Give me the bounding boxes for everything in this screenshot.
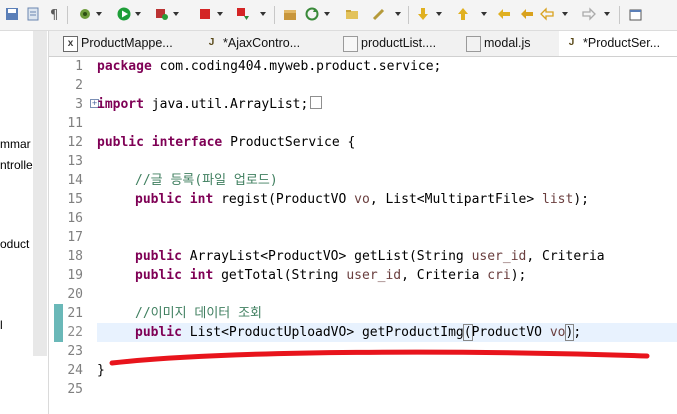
debug-dropdown[interactable] bbox=[96, 12, 102, 16]
tab-product-mapper[interactable]: x ProductMappe... bbox=[57, 31, 185, 56]
history-icon[interactable] bbox=[26, 7, 40, 21]
back-nav-icon[interactable] bbox=[540, 7, 554, 21]
js-file-icon bbox=[466, 36, 481, 52]
last-edit-icon[interactable] bbox=[497, 7, 511, 21]
line-number: 3 bbox=[75, 97, 83, 112]
code-line: } bbox=[97, 363, 105, 378]
stop-icon[interactable] bbox=[198, 7, 212, 21]
xml-file-icon: x bbox=[63, 36, 78, 52]
code-comment: //이미지 데이터 조회 bbox=[135, 306, 262, 321]
line-number: 18 bbox=[67, 249, 83, 264]
java-file-icon: J bbox=[568, 37, 575, 48]
back-icon[interactable] bbox=[520, 7, 534, 21]
line-number-gutter: 1 2 3 11 12 13 14 15 16 17 18 19 20 21 2… bbox=[49, 57, 89, 414]
line-number: 17 bbox=[67, 230, 83, 245]
package-explorer-item[interactable]: oduct bbox=[0, 237, 29, 251]
tab-label: *AjaxContro... bbox=[223, 36, 301, 50]
line-number: 23 bbox=[67, 344, 83, 359]
line-number: 13 bbox=[67, 154, 83, 169]
editor-tab-bar: x ProductMappe... J *AjaxContro... produ… bbox=[49, 31, 677, 57]
tab-label: *ProductSer... bbox=[583, 36, 661, 50]
svg-text:¶: ¶ bbox=[50, 8, 58, 21]
coverage-dropdown[interactable] bbox=[173, 12, 179, 16]
tab-label: productList.... bbox=[361, 36, 437, 50]
package-explorer-scrollbar[interactable] bbox=[33, 31, 47, 356]
external-tools-dropdown[interactable] bbox=[260, 12, 266, 16]
line-number: 25 bbox=[67, 382, 83, 397]
collapsed-imports-icon[interactable] bbox=[310, 96, 323, 109]
line-number: 1 bbox=[75, 59, 83, 74]
jsp-file-icon bbox=[343, 36, 358, 52]
save-all-icon[interactable] bbox=[5, 7, 19, 21]
package-explorer-item[interactable]: l bbox=[0, 318, 3, 332]
wrench-icon[interactable] bbox=[372, 7, 386, 21]
run-icon[interactable] bbox=[117, 7, 131, 21]
run-dropdown[interactable] bbox=[135, 12, 141, 16]
code-line: package com.coding404.myweb.product.serv… bbox=[97, 59, 442, 74]
forward-icon[interactable] bbox=[582, 7, 596, 21]
forward-dropdown[interactable] bbox=[604, 12, 610, 16]
tab-modal-js[interactable]: modal.js bbox=[460, 31, 556, 56]
coverage-icon[interactable] bbox=[155, 7, 169, 21]
next-annotation-dropdown[interactable] bbox=[436, 12, 442, 16]
previous-annotation-icon[interactable] bbox=[456, 7, 470, 21]
open-folder-icon[interactable] bbox=[345, 7, 359, 21]
tab-label: modal.js bbox=[484, 36, 531, 50]
code-line: public interface ProductService { bbox=[97, 135, 356, 150]
previous-annotation-dropdown[interactable] bbox=[481, 12, 487, 16]
wrench-dropdown[interactable] bbox=[395, 12, 401, 16]
code-line: public ArrayList<ProductVO> getList(Stri… bbox=[135, 249, 605, 264]
paragraph-icon[interactable]: ¶ bbox=[48, 7, 62, 21]
back-dropdown[interactable] bbox=[562, 12, 568, 16]
new-package-icon[interactable] bbox=[283, 7, 297, 21]
line-number: 22 bbox=[67, 325, 83, 340]
line-number: 14 bbox=[67, 173, 83, 188]
line-number: 20 bbox=[67, 287, 83, 302]
line-number: 16 bbox=[67, 211, 83, 226]
refresh-icon[interactable] bbox=[305, 7, 319, 21]
line-number: 11 bbox=[67, 116, 83, 131]
toolbar-separator bbox=[408, 6, 409, 24]
code-line: public int getTotal(String user_id, Crit… bbox=[135, 268, 527, 283]
package-explorer-item[interactable]: ntrolle bbox=[0, 158, 33, 172]
line-number: 15 bbox=[67, 192, 83, 207]
tab-label: ProductMappe... bbox=[81, 36, 173, 50]
line-number: 2 bbox=[75, 78, 83, 93]
tab-product-service[interactable]: J *ProductSer... bbox=[559, 31, 677, 56]
external-tools-icon[interactable] bbox=[236, 7, 250, 21]
code-editor[interactable]: 1 2 3 11 12 13 14 15 16 17 18 19 20 21 2… bbox=[49, 57, 677, 414]
main-toolbar: ¶ bbox=[0, 0, 677, 31]
code-comment: //글 등록(파일 업로드) bbox=[135, 173, 278, 188]
line-number: 21 bbox=[67, 306, 83, 321]
stop-dropdown[interactable] bbox=[217, 12, 223, 16]
java-file-icon: J bbox=[208, 37, 215, 48]
toolbar-separator bbox=[619, 6, 620, 24]
line-number: 19 bbox=[67, 268, 83, 283]
code-line: public int regist(ProductVO vo, List<Mul… bbox=[135, 192, 589, 207]
tab-product-list[interactable]: productList.... bbox=[337, 31, 445, 56]
line-number: 12 bbox=[67, 135, 83, 150]
next-annotation-icon[interactable] bbox=[416, 7, 430, 21]
new-window-icon[interactable] bbox=[629, 7, 643, 21]
code-line: import java.util.ArrayList; bbox=[97, 95, 323, 114]
package-explorer-item[interactable]: mmar bbox=[0, 137, 31, 151]
toolbar-separator bbox=[274, 6, 275, 24]
refresh-dropdown[interactable] bbox=[324, 12, 330, 16]
debug-icon[interactable] bbox=[78, 7, 92, 21]
tab-ajax-controller[interactable]: J *AjaxContro... bbox=[199, 31, 327, 56]
code-line: public List<ProductUploadVO> getProductI… bbox=[135, 324, 582, 341]
toolbar-separator bbox=[67, 6, 68, 24]
line-number: 24 bbox=[67, 363, 83, 378]
